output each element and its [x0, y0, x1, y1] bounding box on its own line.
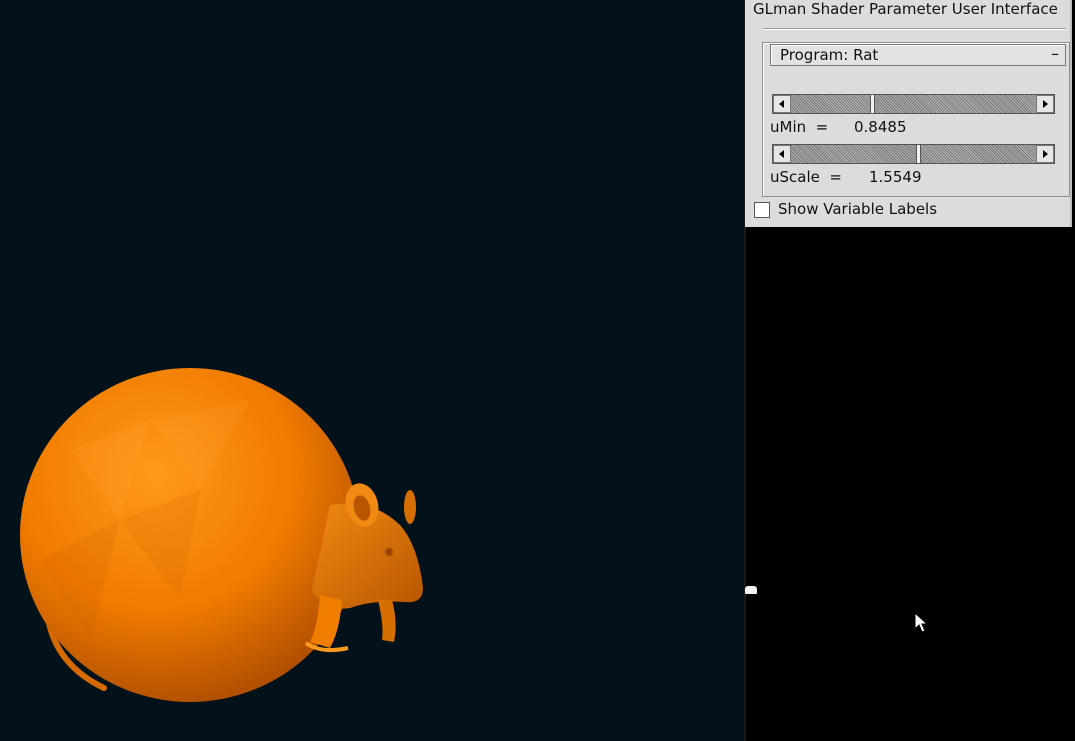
shader-parameter-panel: GLman Shader Parameter User Interface Pr…: [745, 0, 1072, 227]
umin-slider[interactable]: [772, 94, 1055, 114]
program-label: Program: Rat: [780, 46, 879, 64]
rat-eye: [385, 548, 393, 556]
show-variable-labels-checkbox[interactable]: [754, 202, 770, 218]
arrow-right-icon[interactable]: [1036, 145, 1054, 163]
mouse-cursor-icon: [914, 612, 929, 633]
collapse-icon[interactable]: –: [1051, 44, 1059, 63]
uscale-slider-track[interactable]: [791, 144, 1036, 164]
program-rollout[interactable]: Program: Rat –: [770, 44, 1066, 66]
uscale-slider[interactable]: [772, 144, 1055, 164]
umin-slider-track[interactable]: [791, 94, 1036, 114]
arrow-right-icon[interactable]: [1036, 95, 1054, 113]
umin-slider-thumb[interactable]: [870, 94, 875, 114]
arrow-left-icon[interactable]: [773, 145, 791, 163]
uscale-label: uScale =: [770, 168, 842, 186]
rat-ear-right: [404, 490, 416, 524]
title-divider: [763, 28, 1066, 30]
graphics-viewport[interactable]: [0, 0, 744, 741]
umin-label: uMin =: [770, 118, 829, 136]
panel-title: GLman Shader Parameter User Interface: [753, 0, 1058, 18]
show-variable-labels-label[interactable]: Show Variable Labels: [778, 200, 937, 218]
uscale-value: 1.5549: [869, 168, 922, 186]
uscale-slider-thumb[interactable]: [916, 144, 921, 164]
rat-model-render: [20, 368, 423, 702]
umin-value: 0.8485: [854, 118, 907, 136]
window-handle[interactable]: [745, 586, 757, 594]
arrow-left-icon[interactable]: [773, 95, 791, 113]
